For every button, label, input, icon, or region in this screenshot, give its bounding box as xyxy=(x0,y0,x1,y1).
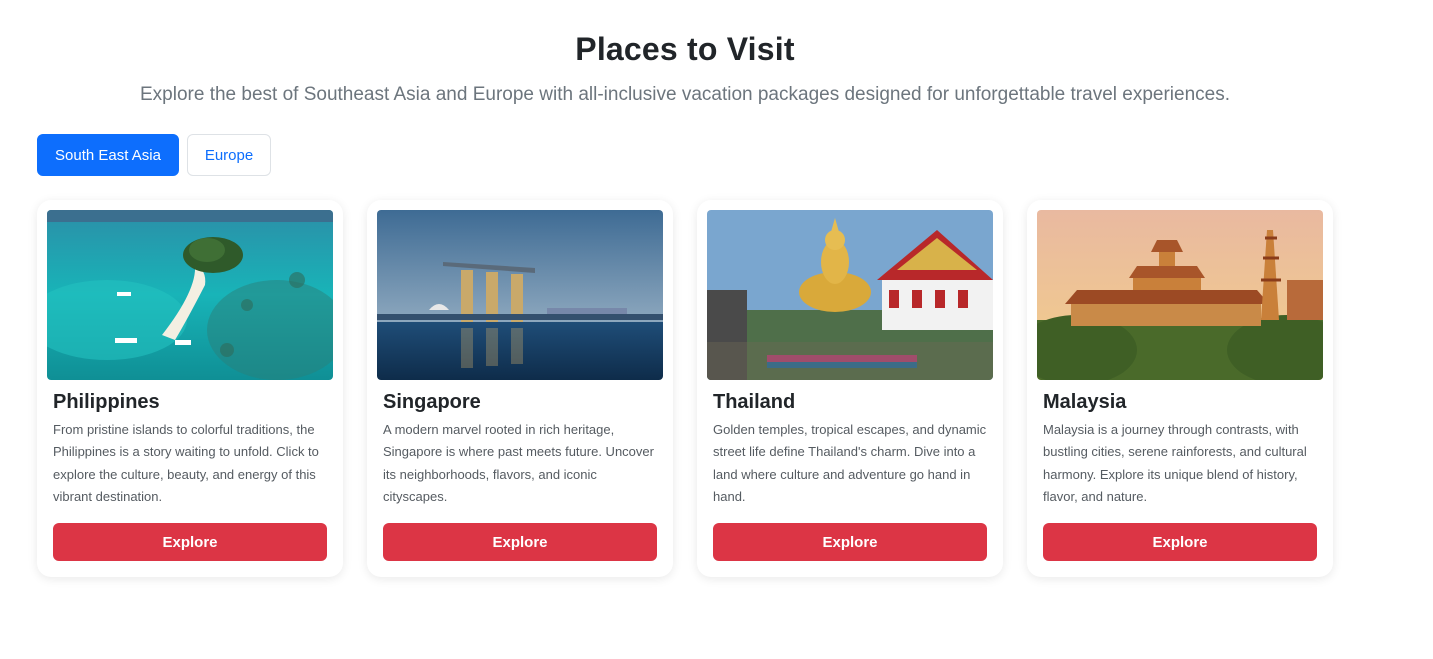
page-subtitle: Explore the best of Southeast Asia and E… xyxy=(140,84,1230,105)
card-description: From pristine islands to colorful tradit… xyxy=(53,422,319,504)
philippines-image xyxy=(47,210,333,380)
card-malaysia: Malaysia Malaysia is a journey through c… xyxy=(1027,200,1333,577)
card-title: Philippines xyxy=(53,391,160,413)
card-singapore: Singapore A modern marvel rooted in rich… xyxy=(367,200,673,577)
tropical-island-photo-icon xyxy=(47,210,333,380)
pagoda-temple-photo-icon xyxy=(1037,210,1323,380)
card-description: A modern marvel rooted in rich heritage,… xyxy=(383,422,654,504)
card-description: Golden temples, tropical escapes, and dy… xyxy=(713,422,987,504)
card-thailand: Thailand Golden temples, tropical escape… xyxy=(697,200,1003,577)
explore-button[interactable]: Explore xyxy=(713,523,987,561)
page-title: Places to Visit xyxy=(575,31,795,67)
golden-buddha-temple-photo-icon xyxy=(707,210,993,380)
card-description: Malaysia is a journey through contrasts,… xyxy=(1043,422,1307,504)
marina-bay-skyline-photo-icon xyxy=(377,210,663,380)
explore-button[interactable]: Explore xyxy=(383,523,657,561)
card-title: Malaysia xyxy=(1043,391,1127,413)
card-philippines: Philippines From pristine islands to col… xyxy=(37,200,343,577)
singapore-image xyxy=(377,210,663,380)
tab-south-east-asia[interactable]: South East Asia xyxy=(37,134,179,176)
card-title: Thailand xyxy=(713,391,796,413)
thailand-image xyxy=(707,210,993,380)
tab-europe[interactable]: Europe xyxy=(187,134,271,176)
destination-cards: Philippines From pristine islands to col… xyxy=(37,200,1333,577)
region-tabs: South East Asia Europe xyxy=(37,134,271,176)
explore-button[interactable]: Explore xyxy=(53,523,327,561)
card-title: Singapore xyxy=(383,391,481,413)
explore-button[interactable]: Explore xyxy=(1043,523,1317,561)
malaysia-image xyxy=(1037,210,1323,380)
